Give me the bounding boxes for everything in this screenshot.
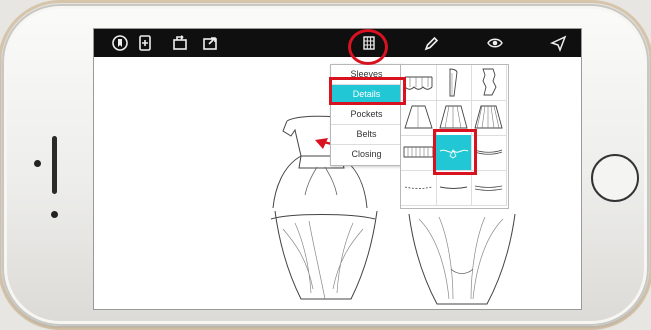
line-detail-icon (439, 186, 468, 189)
sleeve-ruffle-icon (482, 68, 497, 96)
palette-cell[interactable] (401, 100, 437, 136)
palette-cell[interactable] (401, 170, 437, 206)
palette-cell[interactable] (436, 65, 472, 101)
skirt-ruffle-icon (404, 76, 433, 90)
selected-cell-highlight-box (433, 129, 477, 175)
menu-item-pockets[interactable]: Pockets (331, 104, 402, 123)
menu-item-closing[interactable]: Closing (331, 144, 402, 163)
details-highlight-box (329, 77, 406, 105)
palette-cell[interactable] (471, 65, 507, 101)
sleeve-icon (449, 68, 458, 97)
bookmark-icon[interactable] (111, 34, 129, 52)
add-file-icon[interactable] (136, 34, 154, 52)
palette-cell[interactable] (401, 135, 437, 171)
line-detail-icon (404, 186, 433, 189)
sensor-dot (51, 211, 58, 218)
top-toolbar (94, 29, 581, 57)
send-icon[interactable] (549, 34, 567, 53)
eye-icon[interactable] (486, 34, 504, 52)
share-icon[interactable] (201, 34, 219, 52)
menu-item-belts[interactable]: Belts (331, 124, 402, 143)
skirt-flare-icon (404, 105, 433, 129)
skirt-ruffle-hem-icon (403, 146, 434, 158)
line-detail-icon (474, 185, 503, 191)
app-screen: Sleeves Details Pockets Belts Closing (93, 28, 582, 310)
home-button[interactable] (591, 154, 639, 202)
earpiece-speaker (52, 136, 57, 194)
export-icon[interactable] (171, 34, 189, 52)
dress-back-sketch[interactable] (399, 209, 529, 309)
palette-cell[interactable] (471, 170, 507, 206)
grid-menu-highlight (348, 29, 388, 65)
pencil-icon[interactable] (422, 34, 440, 52)
palette-cell[interactable] (401, 65, 437, 101)
front-camera (34, 160, 41, 167)
palette-cell[interactable] (436, 170, 472, 206)
